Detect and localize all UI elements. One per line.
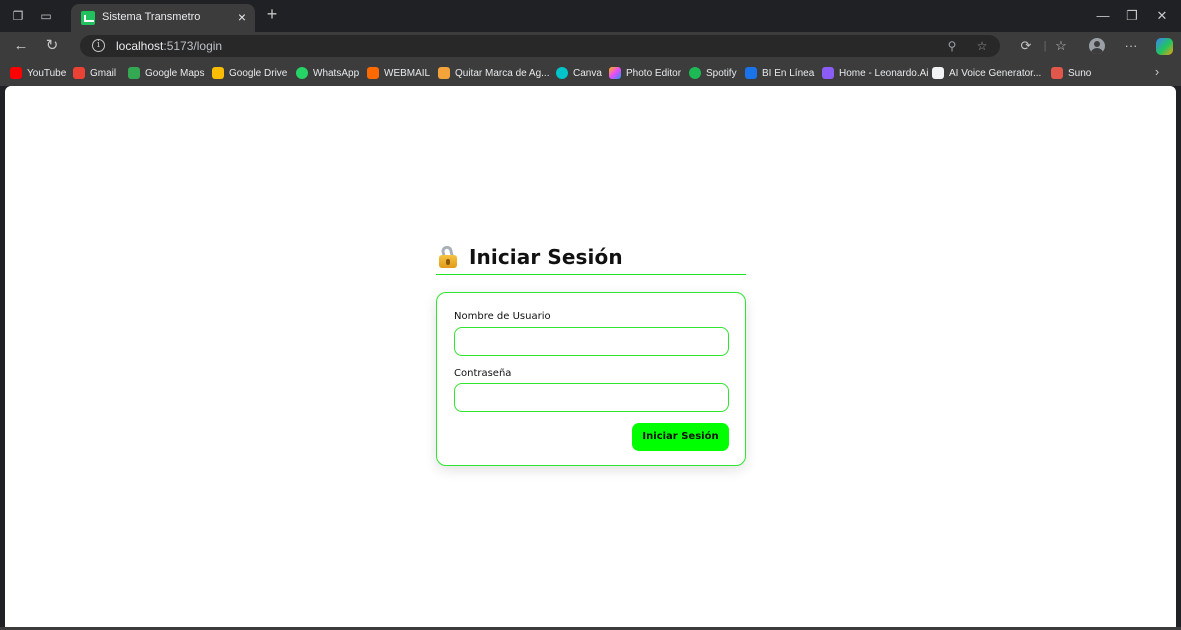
bookmark-suno[interactable]: Suno <box>1051 65 1091 81</box>
url-path: :5173/login <box>163 39 223 53</box>
spotify-icon <box>689 67 701 79</box>
tab-strip: ❐ ▭ Sistema Transmetro × + — ❐ ✕ <box>0 0 1181 32</box>
bookmark-quitar-marca[interactable]: Quitar Marca de Ag... <box>438 65 550 81</box>
bookmark-gmail[interactable]: Gmail <box>73 65 116 81</box>
extensions-icon[interactable]: ⟳ <box>1017 37 1035 55</box>
bookmark-canva[interactable]: Canva <box>556 65 602 81</box>
page-viewport: Iniciar Sesión Nombre de Usuario Contras… <box>5 86 1176 627</box>
title-divider <box>436 274 746 275</box>
tab-title: Sistema Transmetro <box>102 11 201 23</box>
favorite-star-icon[interactable]: ☆ <box>974 38 990 54</box>
tab-close-icon[interactable]: × <box>234 9 250 25</box>
bookmark-photo-editor[interactable]: Photo Editor <box>609 65 681 81</box>
tab-favicon-icon <box>81 11 95 25</box>
copilot-icon[interactable] <box>1156 38 1173 55</box>
reload-icon[interactable]: ↻ <box>43 37 61 55</box>
leonardo-icon <box>822 67 834 79</box>
google-maps-icon <box>128 67 140 79</box>
google-drive-icon <box>212 67 224 79</box>
webmail-icon <box>367 67 379 79</box>
login-heading: Iniciar Sesión <box>439 244 623 269</box>
lock-icon <box>439 244 457 268</box>
more-menu-icon[interactable]: ··· <box>1122 37 1140 55</box>
suno-icon <box>1051 67 1063 79</box>
quitar-marca-icon <box>438 67 450 79</box>
minimize-icon[interactable]: — <box>1095 8 1111 24</box>
workspaces-icon[interactable]: ❐ <box>10 8 26 24</box>
bi-en-linea-icon <box>745 67 757 79</box>
bookmark-google-maps[interactable]: Google Maps <box>128 65 204 81</box>
back-icon[interactable]: ← <box>12 37 30 55</box>
bookmarks-overflow-icon[interactable]: › <box>1150 64 1164 79</box>
close-window-icon[interactable]: ✕ <box>1154 8 1170 24</box>
bookmark-bi-en-linea[interactable]: BI En Línea <box>745 65 814 81</box>
url-host: localhost <box>116 39 164 53</box>
photo-editor-icon <box>609 67 621 79</box>
bookmark-leonardo[interactable]: Home - Leonardo.Ai <box>822 65 929 81</box>
login-form: Nombre de Usuario Contraseña Iniciar Ses… <box>436 292 746 466</box>
restore-icon[interactable]: ❐ <box>1124 8 1140 24</box>
username-input[interactable] <box>454 327 729 356</box>
username-label: Nombre de Usuario <box>454 311 551 322</box>
whatsapp-icon <box>296 67 308 79</box>
address-bar[interactable]: i localhost:5173/login ⚲ ☆ <box>80 35 1000 57</box>
password-input[interactable] <box>454 383 729 412</box>
canva-icon <box>556 67 568 79</box>
url-text[interactable]: localhost:5173/login <box>116 39 222 53</box>
profile-avatar-icon[interactable] <box>1089 38 1105 54</box>
new-tab-button[interactable]: + <box>263 5 281 23</box>
page-title: Iniciar Sesión <box>469 245 623 269</box>
vertical-tabs-icon[interactable]: ▭ <box>38 8 54 24</box>
site-info-icon[interactable]: i <box>92 39 105 52</box>
zoom-search-icon[interactable]: ⚲ <box>944 38 960 54</box>
bookmark-google-drive[interactable]: Google Drive <box>212 65 287 81</box>
bookmark-webmail[interactable]: WEBMAIL <box>367 65 430 81</box>
login-submit-button[interactable]: Iniciar Sesión <box>632 423 729 451</box>
browser-toolbar: ← ↻ i localhost:5173/login ⚲ ☆ ⟳ | ☆ ··· <box>0 32 1181 60</box>
bookmarks-bar: YouTube Gmail Google Maps Google Drive W… <box>0 60 1181 86</box>
bookmark-youtube[interactable]: YouTube <box>10 65 66 81</box>
gmail-icon <box>73 67 85 79</box>
favorites-icon[interactable]: ☆ <box>1052 37 1070 55</box>
bookmark-whatsapp[interactable]: WhatsApp <box>296 65 359 81</box>
bookmark-ai-voice[interactable]: AI Voice Generator... <box>932 65 1041 81</box>
youtube-icon <box>10 67 22 79</box>
password-label: Contraseña <box>454 368 512 379</box>
bookmark-spotify[interactable]: Spotify <box>689 65 737 81</box>
ai-voice-icon <box>932 67 944 79</box>
tab-sistema-transmetro[interactable]: Sistema Transmetro × <box>71 4 255 32</box>
